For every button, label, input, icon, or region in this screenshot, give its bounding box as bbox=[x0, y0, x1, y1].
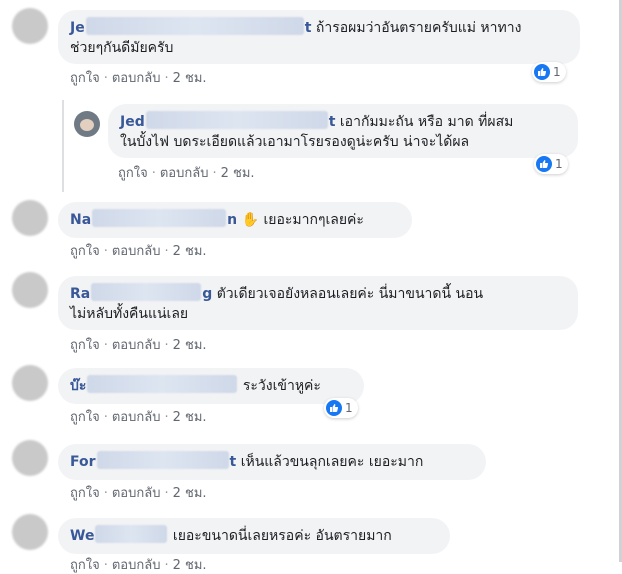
like-thumb-icon bbox=[534, 64, 550, 80]
comment-text: เยอะขนาดนี่เลยหรอค่ะ อันตรายมาก bbox=[172, 528, 392, 544]
avatar[interactable] bbox=[12, 8, 48, 44]
like-link[interactable]: ถูกใจ bbox=[70, 71, 100, 86]
timestamp[interactable]: 2 ชม. bbox=[173, 244, 207, 259]
comment-text: ระวังเข้าหูค่ะ bbox=[242, 378, 321, 394]
comment-text-line2: ในบั้งไฟ บดระเอียดแล้วเอามาโรยรองดูน่ะคร… bbox=[120, 134, 470, 150]
timestamp[interactable]: 2 ชม. bbox=[173, 338, 207, 353]
like-link[interactable]: ถูกใจ bbox=[118, 166, 148, 181]
timestamp[interactable]: 2 ชม. bbox=[221, 166, 255, 181]
comment-meta: ถูกใจ · ตอบกลับ · 2 ชม. bbox=[118, 166, 255, 181]
comment-meta: ถูกใจ · ตอบกลับ · 2 ชม. bbox=[70, 558, 207, 573]
comment-bubble: We เยอะขนาดนี่เลยหรอค่ะ อันตรายมาก bbox=[58, 518, 450, 554]
comment-meta: ถูกใจ · ตอบกลับ · 2 ชม. bbox=[70, 338, 207, 353]
reply-link[interactable]: ตอบกลับ bbox=[112, 244, 161, 259]
comment-text: เยอะมากๆเลยค่ะ bbox=[263, 212, 364, 228]
reply-link[interactable]: ตอบกลับ bbox=[112, 486, 161, 501]
reaction-count[interactable]: 1 bbox=[532, 62, 566, 82]
comment-text: ตัวเดียวเจอยังหลอนเลยค่ะ นี่มาขนาดนี้ นอ… bbox=[216, 286, 484, 302]
like-link[interactable]: ถูกใจ bbox=[70, 410, 100, 425]
reaction-count[interactable]: 1 bbox=[324, 398, 358, 418]
commenter-name[interactable]: Jed t bbox=[120, 111, 335, 130]
like-thumb-icon bbox=[326, 400, 342, 416]
reaction-count[interactable]: 1 bbox=[534, 154, 568, 174]
commenter-name[interactable]: บ๊ะ bbox=[70, 375, 238, 394]
comment-bubble: Ra g ตัวเดียวเจอยังหลอนเลยค่ะ นี่มาขนาดนี… bbox=[58, 276, 578, 330]
comment-text-line2: ช่วยๆกันดีมัยครับ bbox=[70, 40, 174, 56]
comment-bubble: บ๊ะ ระวังเข้าหูค่ะ bbox=[58, 368, 364, 404]
raised-hand-icon: ✋ bbox=[241, 212, 260, 228]
comment-text-line2: ไม่หลับทั้งคืนแน่เลย bbox=[70, 306, 189, 322]
avatar[interactable] bbox=[74, 111, 100, 137]
reply-thread-line bbox=[62, 100, 64, 192]
like-link[interactable]: ถูกใจ bbox=[70, 338, 100, 353]
comment-bubble: For t เห็นแล้วขนลุกเลยคะ เยอะมาก bbox=[58, 444, 486, 480]
like-link[interactable]: ถูกใจ bbox=[70, 558, 100, 573]
avatar[interactable] bbox=[12, 514, 48, 550]
comment-meta: ถูกใจ · ตอบกลับ · 2 ชม. bbox=[70, 486, 207, 501]
comment-text: ถ้ารอผมว่าอันตรายครับแม่ หาทาง bbox=[315, 20, 522, 36]
reply-link[interactable]: ตอบกลับ bbox=[160, 166, 209, 181]
avatar[interactable] bbox=[12, 440, 48, 476]
like-link[interactable]: ถูกใจ bbox=[70, 244, 100, 259]
reply-link[interactable]: ตอบกลับ bbox=[112, 71, 161, 86]
comment-meta: ถูกใจ · ตอบกลับ · 2 ชม. bbox=[70, 244, 207, 259]
comment-bubble: Na n ✋ เยอะมากๆเลยค่ะ bbox=[58, 202, 412, 238]
reply-link[interactable]: ตอบกลับ bbox=[112, 410, 161, 425]
like-link[interactable]: ถูกใจ bbox=[70, 486, 100, 501]
comment-text: เอากัมมะถัน หรือ มาด ที่ผสม bbox=[339, 114, 514, 130]
comment-meta: ถูกใจ · ตอบกลับ · 2 ชม. bbox=[70, 71, 207, 86]
commenter-name[interactable]: Je t bbox=[70, 17, 311, 36]
avatar[interactable] bbox=[12, 365, 48, 401]
avatar[interactable] bbox=[12, 200, 48, 236]
timestamp[interactable]: 2 ชม. bbox=[173, 410, 207, 425]
avatar[interactable] bbox=[12, 272, 48, 308]
timestamp[interactable]: 2 ชม. bbox=[173, 558, 207, 573]
reply-link[interactable]: ตอบกลับ bbox=[112, 558, 161, 573]
comment-text: เห็นแล้วขนลุกเลยคะ เยอะมาก bbox=[240, 454, 424, 470]
comment-meta: ถูกใจ · ตอบกลับ · 2 ชม. bbox=[70, 410, 207, 425]
commenter-name[interactable]: Na n bbox=[70, 209, 237, 228]
timestamp[interactable]: 2 ชม. bbox=[173, 486, 207, 501]
timestamp[interactable]: 2 ชม. bbox=[173, 71, 207, 86]
commenter-name[interactable]: We bbox=[70, 525, 168, 544]
comment-bubble: Jed t เอากัมมะถัน หรือ มาด ที่ผสม ในบั้งไ… bbox=[108, 104, 578, 158]
like-thumb-icon bbox=[536, 156, 552, 172]
commenter-name[interactable]: Ra g bbox=[70, 283, 212, 302]
commenter-name[interactable]: For t bbox=[70, 451, 236, 470]
reply-link[interactable]: ตอบกลับ bbox=[112, 338, 161, 353]
comment-bubble: Je t ถ้ารอผมว่าอันตรายครับแม่ หาทาง ช่วยๆ… bbox=[58, 10, 580, 64]
